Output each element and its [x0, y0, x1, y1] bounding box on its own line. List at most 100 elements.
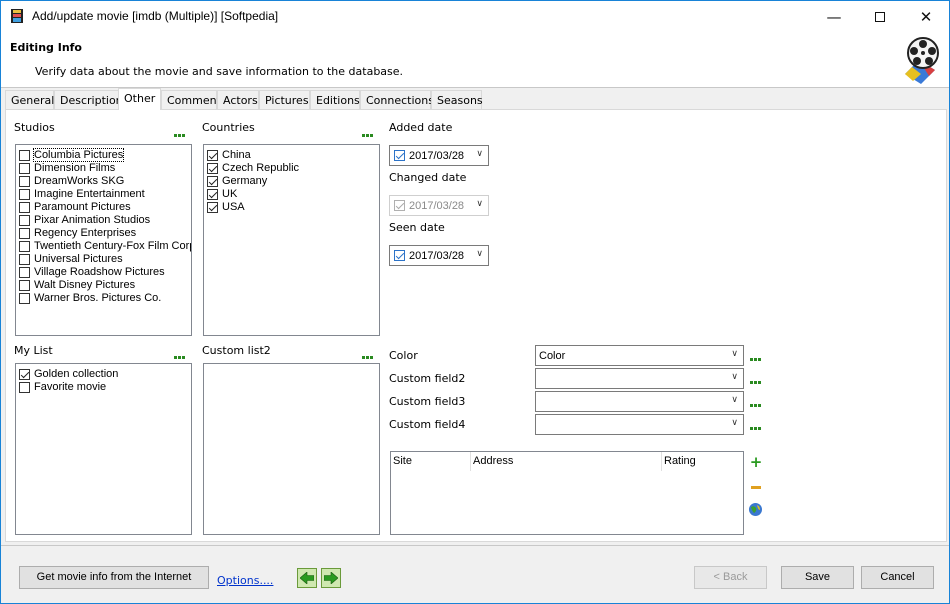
studio-item[interactable]: Twentieth Century-Fox Film Corp — [16, 240, 191, 253]
added-date-checkbox[interactable] — [394, 150, 405, 161]
save-button[interactable]: Save — [781, 566, 854, 589]
country-item[interactable]: USA — [204, 201, 379, 214]
studio-checkbox[interactable] — [19, 150, 30, 161]
my-list-checkbox[interactable] — [19, 369, 30, 380]
country-item[interactable]: China — [204, 149, 379, 162]
custom-field2-combo[interactable]: ∨ — [535, 368, 744, 389]
options-link[interactable]: Options.... — [217, 574, 273, 587]
studio-item[interactable]: Walt Disney Pictures — [16, 279, 191, 292]
custom-field2-more-button[interactable] — [750, 381, 763, 385]
my-list-item[interactable]: Golden collection — [16, 368, 191, 381]
rating-column-header[interactable]: Rating — [664, 455, 696, 467]
studio-checkbox[interactable] — [19, 280, 30, 291]
studio-item[interactable]: Village Roadshow Pictures — [16, 266, 191, 279]
studio-item-label: Warner Bros. Pictures Co. — [34, 292, 162, 304]
tab-actors[interactable]: Actors — [217, 90, 259, 109]
studio-item-label: Pixar Animation Studios — [34, 214, 151, 226]
minimize-button[interactable]: — — [811, 1, 857, 32]
country-item[interactable]: UK — [204, 188, 379, 201]
close-button[interactable]: ✕ — [903, 1, 949, 32]
my-list-checkbox[interactable] — [19, 382, 30, 393]
site-column-header[interactable]: Site — [393, 455, 412, 467]
other-tab-page: Studios Columbia Pictures Dimension Films… — [5, 109, 947, 542]
tab-description[interactable]: Description — [54, 90, 123, 109]
custom-list2-label: Custom list2 — [202, 344, 271, 357]
added-date-value: 2017/03/28 — [409, 150, 465, 162]
my-list[interactable]: Golden collection Favorite movie — [15, 363, 192, 535]
studio-item[interactable]: Paramount Pictures — [16, 201, 191, 214]
studio-checkbox[interactable] — [19, 254, 30, 265]
seen-date-checkbox[interactable] — [394, 250, 405, 261]
add-link-button[interactable]: + — [749, 455, 763, 470]
country-checkbox[interactable] — [207, 150, 218, 161]
added-date-label: Added date — [389, 121, 453, 134]
studio-item[interactable]: Dimension Films — [16, 162, 191, 175]
tab-pictures[interactable]: Pictures — [259, 90, 310, 109]
custom-field3-combo[interactable]: ∨ — [535, 391, 744, 412]
cancel-button[interactable]: Cancel — [861, 566, 934, 589]
studio-item[interactable]: Pixar Animation Studios — [16, 214, 191, 227]
studio-item-label: Twentieth Century-Fox Film Corp — [34, 240, 192, 252]
custom-field4-combo[interactable]: ∨ — [535, 414, 744, 435]
tab-editions[interactable]: Editions — [310, 90, 360, 109]
seen-date-picker[interactable]: 2017/03/28 ∨ — [389, 245, 489, 266]
tab-other[interactable]: Other — [118, 88, 161, 110]
studio-checkbox[interactable] — [19, 215, 30, 226]
studio-item[interactable]: Imagine Entertainment — [16, 188, 191, 201]
studio-checkbox[interactable] — [19, 228, 30, 239]
tab-seasons[interactable]: Seasons — [431, 90, 483, 109]
remove-link-button[interactable] — [749, 480, 763, 494]
studio-checkbox[interactable] — [19, 267, 30, 278]
country-checkbox[interactable] — [207, 189, 218, 200]
studio-item[interactable]: Warner Bros. Pictures Co. — [16, 292, 191, 305]
studio-checkbox[interactable] — [19, 241, 30, 252]
get-movie-info-button[interactable]: Get movie info from the Internet — [19, 566, 209, 589]
studio-checkbox[interactable] — [19, 163, 30, 174]
maximize-button[interactable] — [857, 1, 903, 32]
country-item[interactable]: Czech Republic — [204, 162, 379, 175]
studio-item[interactable]: Regency Enterprises — [16, 227, 191, 240]
countries-list[interactable]: China Czech Republic Germany UK USA — [203, 144, 380, 336]
my-list-more-button[interactable] — [174, 356, 187, 360]
my-list-item[interactable]: Favorite movie — [16, 381, 191, 394]
countries-more-button[interactable] — [362, 134, 375, 138]
country-checkbox[interactable] — [207, 163, 218, 174]
studio-checkbox[interactable] — [19, 189, 30, 200]
tab-comment[interactable]: Comment — [161, 90, 221, 109]
title-bar: Add/update movie [imdb (Multiple)] [Soft… — [1, 1, 949, 32]
changed-date-value: 2017/03/28 — [409, 200, 465, 212]
studio-item-label: Walt Disney Pictures — [34, 279, 136, 291]
studio-checkbox[interactable] — [19, 293, 30, 304]
studio-item-label: Universal Pictures — [34, 253, 123, 265]
links-grid[interactable]: Site Address Rating — [390, 451, 744, 535]
color-more-button[interactable] — [750, 358, 763, 362]
open-link-button[interactable] — [748, 502, 762, 516]
studios-more-button[interactable] — [174, 134, 187, 138]
country-checkbox[interactable] — [207, 176, 218, 187]
studio-checkbox[interactable] — [19, 176, 30, 187]
custom-field4-more-button[interactable] — [750, 427, 763, 431]
previous-movie-button[interactable] — [297, 568, 317, 588]
color-combo[interactable]: Color ∨ — [535, 345, 744, 366]
custom-field3-more-button[interactable] — [750, 404, 763, 408]
tab-connections[interactable]: Connections — [360, 90, 434, 109]
changed-date-picker: 2017/03/28 ∨ — [389, 195, 489, 216]
country-checkbox[interactable] — [207, 202, 218, 213]
country-item[interactable]: Germany — [204, 175, 379, 188]
studio-checkbox[interactable] — [19, 202, 30, 213]
custom-list2-more-button[interactable] — [362, 356, 375, 360]
studio-item[interactable]: Columbia Pictures — [16, 148, 191, 162]
added-date-picker[interactable]: 2017/03/28 ∨ — [389, 145, 489, 166]
back-button: < Back — [694, 566, 767, 589]
address-column-header[interactable]: Address — [473, 455, 513, 467]
studio-item[interactable]: Universal Pictures — [16, 253, 191, 266]
color-label: Color — [389, 349, 418, 362]
studio-item[interactable]: DreamWorks SKG — [16, 175, 191, 188]
custom-list2[interactable] — [203, 363, 380, 535]
tab-general[interactable]: General — [5, 90, 54, 109]
studios-list[interactable]: Columbia Pictures Dimension Films DreamWor… — [15, 144, 192, 336]
chevron-down-icon: ∨ — [731, 372, 738, 382]
next-movie-button[interactable] — [321, 568, 341, 588]
changed-date-checkbox — [394, 200, 405, 211]
country-item-label: USA — [222, 201, 245, 213]
